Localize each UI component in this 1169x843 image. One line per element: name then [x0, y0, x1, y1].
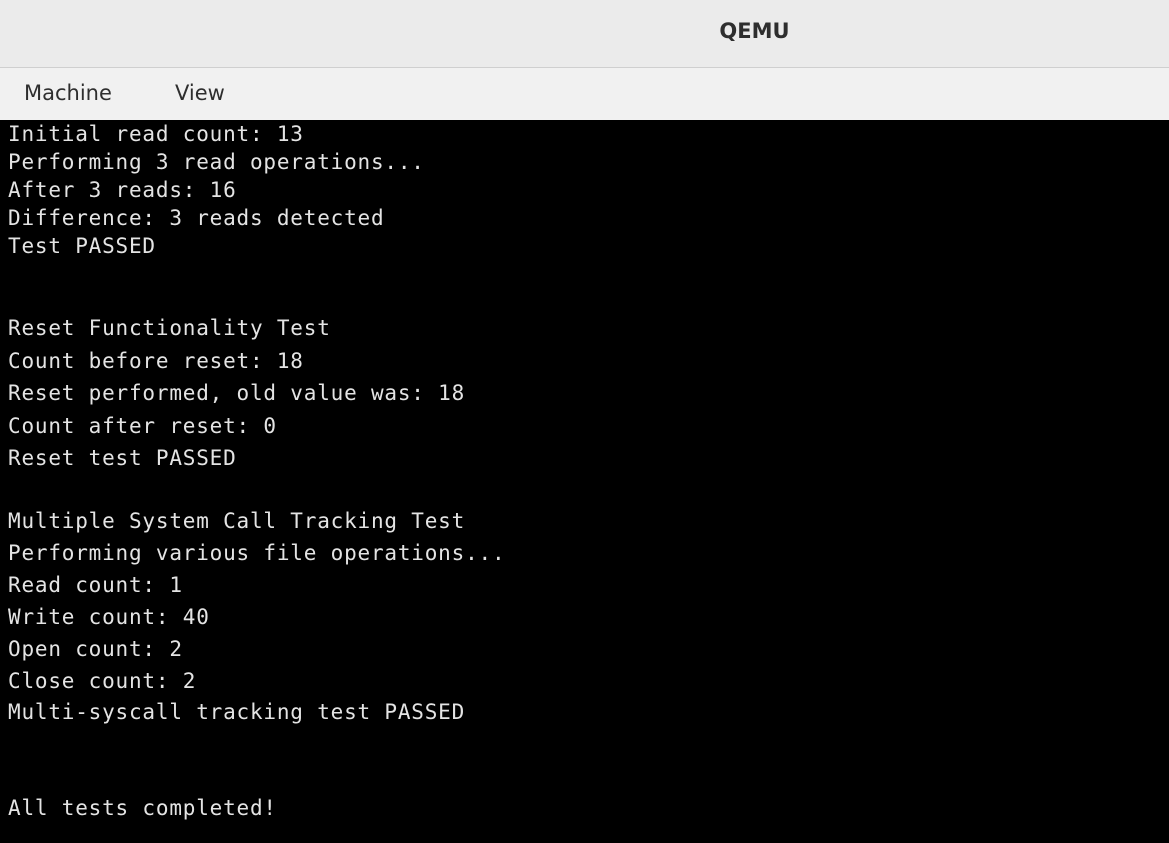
console-line: Multiple System Call Tracking Test [8, 509, 466, 533]
console-line: Read count: 1 [8, 573, 183, 597]
menu-bar: Machine View [0, 68, 1169, 120]
console-line: Test PASSED [8, 234, 156, 258]
console-line: Close count: 2 [8, 669, 197, 693]
console-line: Reset test PASSED [8, 446, 237, 470]
console-line: Multi-syscall tracking test PASSED [8, 700, 466, 724]
console-line: Initial read count: 13 [8, 122, 304, 146]
console-line: Reset performed, old value was: 18 [8, 381, 466, 405]
console-line: All tests completed! [8, 796, 277, 820]
console-line: Count before reset: 18 [8, 349, 304, 373]
console-line: Performing various file operations... [8, 541, 506, 565]
guest-console-display[interactable]: Initial read count: 13 Performing 3 read… [0, 120, 1169, 843]
qemu-window: QEMU Machine View Initial read count: 13… [0, 0, 1169, 843]
menu-machine[interactable]: Machine [24, 81, 112, 105]
console-line: Difference: 3 reads detected [8, 206, 385, 230]
window-title: QEMU [719, 19, 790, 43]
menu-view[interactable]: View [175, 81, 225, 105]
console-line: Count after reset: 0 [8, 414, 277, 438]
console-line: Reset Functionality Test [8, 316, 331, 340]
console-line: Write count: 40 [8, 605, 210, 629]
console-line: Performing 3 read operations... [8, 150, 425, 174]
console-line: Open count: 2 [8, 637, 183, 661]
title-bar[interactable]: QEMU [0, 0, 1169, 68]
console-line: After 3 reads: 16 [8, 178, 237, 202]
